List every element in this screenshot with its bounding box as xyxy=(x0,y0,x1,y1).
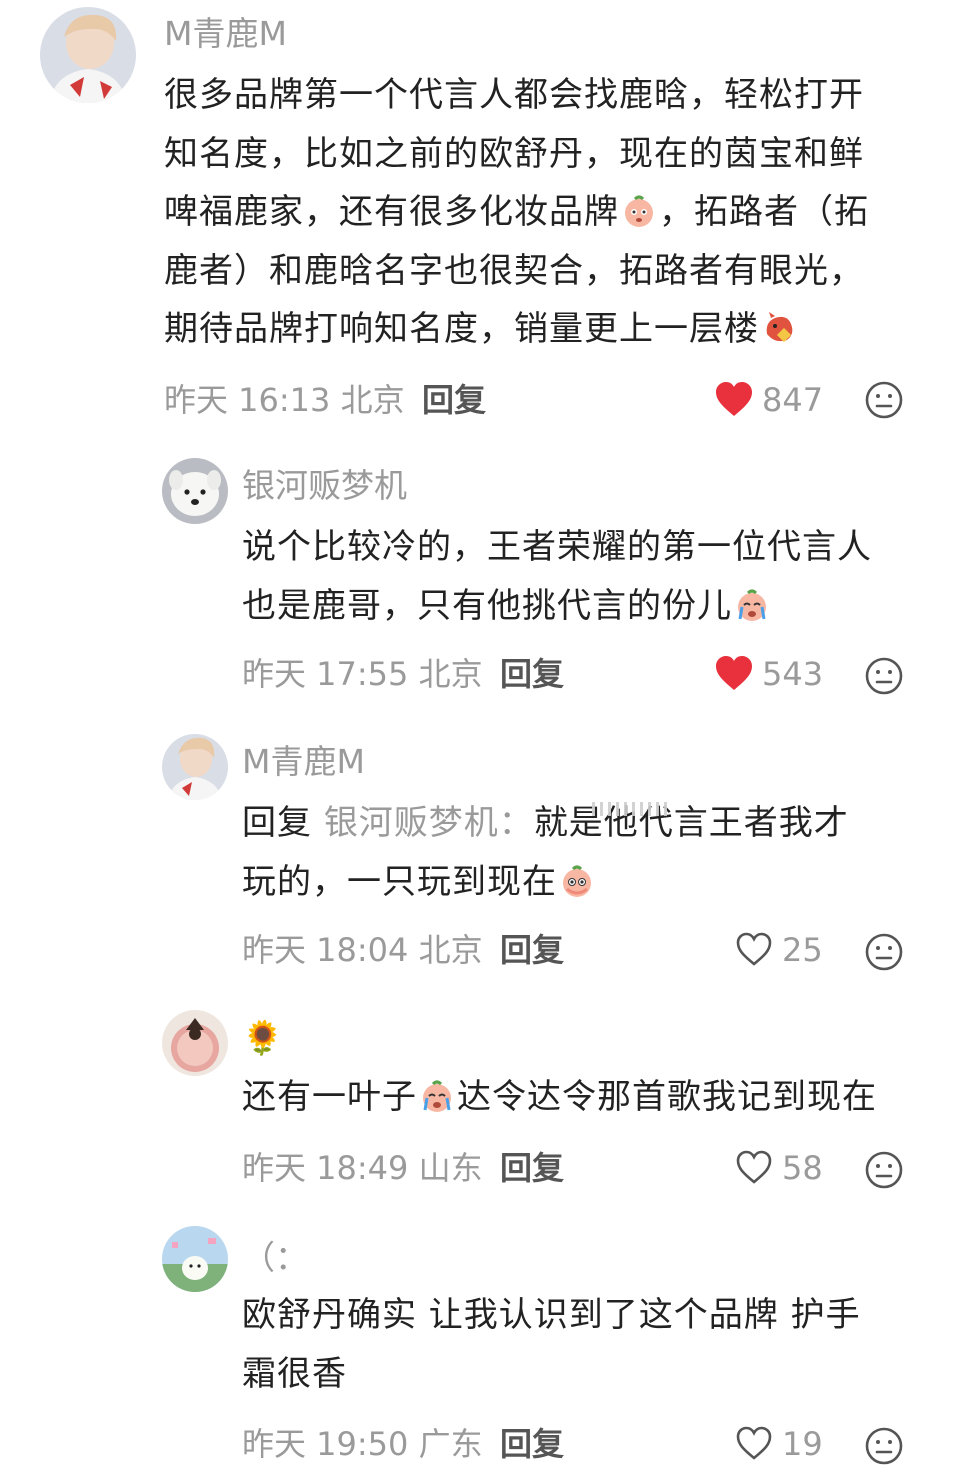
avatar[interactable] xyxy=(162,1010,228,1076)
comment-text: 很多品牌第一个代言人都会找鹿晗，轻松打开 知名度，比如之前的欧舒丹，现在的茵宝和… xyxy=(164,66,924,359)
like-count: 25 xyxy=(782,931,823,969)
like-count: 19 xyxy=(782,1425,823,1463)
reply-button[interactable]: 回复 xyxy=(500,930,564,970)
crying-peach-emoji-icon xyxy=(734,587,770,623)
comment-line: ，拓路者（拓 xyxy=(659,192,869,232)
comment: M青鹿M 很多品牌第一个代言人都会找鹿晗，轻松打开 知名度，比如之前的欧舒丹，现… xyxy=(0,0,960,440)
timestamp: 昨天 17:55 北京 xyxy=(242,655,483,693)
comment-line: 就是他代言王者我才 xyxy=(533,803,849,843)
reply-prefix: 回复 xyxy=(242,803,312,843)
reply-button[interactable]: 回复 xyxy=(422,380,486,420)
face-emoji-icon[interactable] xyxy=(864,380,904,420)
heart-filled-icon xyxy=(714,380,754,418)
peach-face-emoji-icon xyxy=(621,193,657,229)
crying-peach-emoji-icon xyxy=(419,1078,455,1114)
like-count: 58 xyxy=(782,1149,823,1187)
reply-button[interactable]: 回复 xyxy=(500,654,564,694)
comment-line-with-emoji: 还有一叶子 达令达令那首歌我记到现在 xyxy=(242,1068,942,1127)
comment-line: 欧舒丹确实 让我认识到了这个品牌 护手 xyxy=(242,1295,861,1335)
username[interactable]: （： xyxy=(242,1238,308,1278)
username[interactable]: 🌻 xyxy=(242,1018,283,1058)
comment-line: 玩的，一只玩到现在 xyxy=(242,861,557,902)
heart-outline-icon xyxy=(734,930,774,968)
comment-line: 啤福鹿家，还有很多化妆品牌 xyxy=(164,192,619,232)
comment: M青鹿M 回复 银河贩梦机：就是他代言王者我才 玩的，一只玩到现在 昨天 18:… xyxy=(0,720,960,996)
comment-meta: 昨天 18:04 北京 xyxy=(242,930,509,970)
comment-line-with-emoji: 啤福鹿家，还有很多化妆品牌 ，拓路者（拓 xyxy=(164,183,924,242)
peach-face-emoji-icon xyxy=(559,863,595,899)
comment-line-with-emoji: 玩的，一只玩到现在 xyxy=(242,853,932,912)
like-button[interactable]: 25 xyxy=(734,928,854,972)
comment-line: 鹿者）和鹿晗名字也很契合，拓路者有眼光， xyxy=(164,250,864,291)
comment-text: 回复 银河贩梦机：就是他代言王者我才 玩的，一只玩到现在 xyxy=(242,794,932,911)
comment-meta: 昨天 19:50 广东 xyxy=(242,1424,509,1464)
comment-meta: 昨天 16:13 北京 xyxy=(164,380,431,420)
comment-line: 霜很香 xyxy=(242,1353,347,1394)
comment-line-with-reply: 回复 银河贩梦机：就是他代言王者我才 xyxy=(242,794,932,853)
like-button[interactable]: 543 xyxy=(714,652,834,696)
timestamp: 昨天 18:04 北京 xyxy=(242,931,483,969)
like-count: 847 xyxy=(762,381,824,419)
reply-button[interactable]: 回复 xyxy=(500,1148,564,1188)
comment-line: 也是鹿哥，只有他挑代言的份儿 xyxy=(242,585,732,626)
comment: 银河贩梦机 说个比较冷的，王者荣耀的第一位代言人 也是鹿哥，只有他挑代言的份儿 … xyxy=(0,440,960,720)
avatar[interactable] xyxy=(162,1226,228,1292)
like-count: 543 xyxy=(762,655,824,693)
comment-line: 达令达令那首歌我记到现在 xyxy=(457,1077,877,1117)
timestamp: 昨天 19:50 广东 xyxy=(242,1425,483,1463)
like-button[interactable]: 847 xyxy=(714,378,834,422)
username[interactable]: M青鹿M xyxy=(164,14,287,54)
avatar[interactable] xyxy=(162,734,228,800)
comment-text: 还有一叶子 达令达令那首歌我记到现在 xyxy=(242,1068,942,1127)
comment-meta: 昨天 17:55 北京 xyxy=(242,654,509,694)
timestamp: 昨天 16:13 北京 xyxy=(164,381,405,419)
heart-outline-icon xyxy=(734,1148,774,1186)
face-emoji-icon[interactable] xyxy=(864,656,904,696)
reply-button[interactable]: 回复 xyxy=(500,1424,564,1464)
like-button[interactable]: 19 xyxy=(734,1422,854,1466)
comment-line: 还有一叶子 xyxy=(242,1077,417,1117)
face-emoji-icon[interactable] xyxy=(864,1426,904,1466)
avatar[interactable] xyxy=(40,7,136,103)
comment-line: 说个比较冷的，王者荣耀的第一位代言人 xyxy=(242,527,872,567)
comment-line: 很多品牌第一个代言人都会找鹿晗，轻松打开 xyxy=(164,75,864,115)
face-emoji-icon[interactable] xyxy=(864,932,904,972)
comment-line: 期待品牌打响知名度，销量更上一层楼 xyxy=(164,309,759,349)
timestamp: 昨天 18:49 山东 xyxy=(242,1149,483,1187)
like-button[interactable]: 58 xyxy=(734,1146,854,1190)
comment: 🌻 还有一叶子 达令达令那首歌我记到现在 昨天 18:49 山东 回复 58 xyxy=(0,996,960,1212)
lucky-horse-emoji-icon xyxy=(761,310,797,346)
watermark xyxy=(590,800,690,820)
heart-outline-icon xyxy=(734,1424,774,1462)
comment-line-with-emoji: 也是鹿哥，只有他挑代言的份儿 xyxy=(242,577,932,636)
heart-filled-icon xyxy=(714,654,754,692)
reply-target-user[interactable]: 银河贩梦机： xyxy=(324,803,534,843)
comment-text: 说个比较冷的，王者荣耀的第一位代言人 也是鹿哥，只有他挑代言的份儿 xyxy=(242,518,932,635)
avatar[interactable] xyxy=(162,458,228,524)
comment: （： 欧舒丹确实 让我认识到了这个品牌 护手 霜很香 昨天 19:50 广东 回… xyxy=(0,1212,960,1478)
comment-text: 欧舒丹确实 让我认识到了这个品牌 护手 霜很香 xyxy=(242,1286,932,1403)
comment-line-with-emoji: 期待品牌打响知名度，销量更上一层楼 xyxy=(164,300,924,359)
username[interactable]: 银河贩梦机 xyxy=(242,466,407,506)
comment-meta: 昨天 18:49 山东 xyxy=(242,1148,509,1188)
face-emoji-icon[interactable] xyxy=(864,1150,904,1190)
username[interactable]: M青鹿M xyxy=(242,742,365,782)
comment-line: 知名度，比如之前的欧舒丹，现在的茵宝和鲜 xyxy=(164,133,864,174)
